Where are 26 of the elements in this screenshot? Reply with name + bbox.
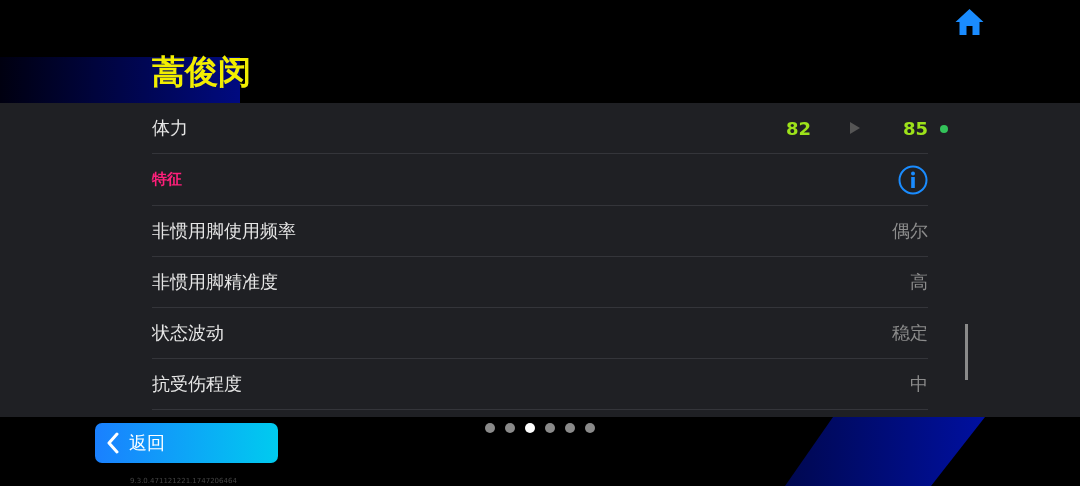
home-icon[interactable]: [954, 8, 985, 36]
page-dot[interactable]: [585, 423, 595, 433]
player-name: 蒿俊闵: [152, 51, 251, 93]
chevron-left-icon: [107, 432, 119, 454]
stat-label: 体力: [152, 116, 189, 140]
page-dot[interactable]: [545, 423, 555, 433]
trait-label: 抗受伤程度: [152, 372, 243, 396]
trait-label: 非惯用脚精准度: [152, 270, 279, 294]
trait-value: 稳定: [892, 321, 928, 345]
section-title: 特征: [152, 170, 183, 189]
trait-label: 非惯用脚使用频率: [152, 219, 297, 243]
trait-label: 状态波动: [152, 321, 225, 345]
page-dot[interactable]: [505, 423, 515, 433]
page-dot[interactable]: [565, 423, 575, 433]
scrollbar: [965, 324, 968, 380]
page-dot[interactable]: [525, 423, 535, 433]
arrow-right-icon: [849, 122, 860, 134]
trait-value: 中: [910, 372, 928, 396]
trait-value: 高: [910, 270, 928, 294]
status-dot-icon: [940, 125, 948, 133]
page-dot[interactable]: [485, 423, 495, 433]
info-icon[interactable]: [898, 164, 928, 195]
stat-value: 85: [902, 117, 928, 139]
back-button[interactable]: 返回: [95, 423, 278, 463]
trait-value: 偶尔: [892, 219, 928, 243]
stat-value: 82: [785, 117, 811, 139]
